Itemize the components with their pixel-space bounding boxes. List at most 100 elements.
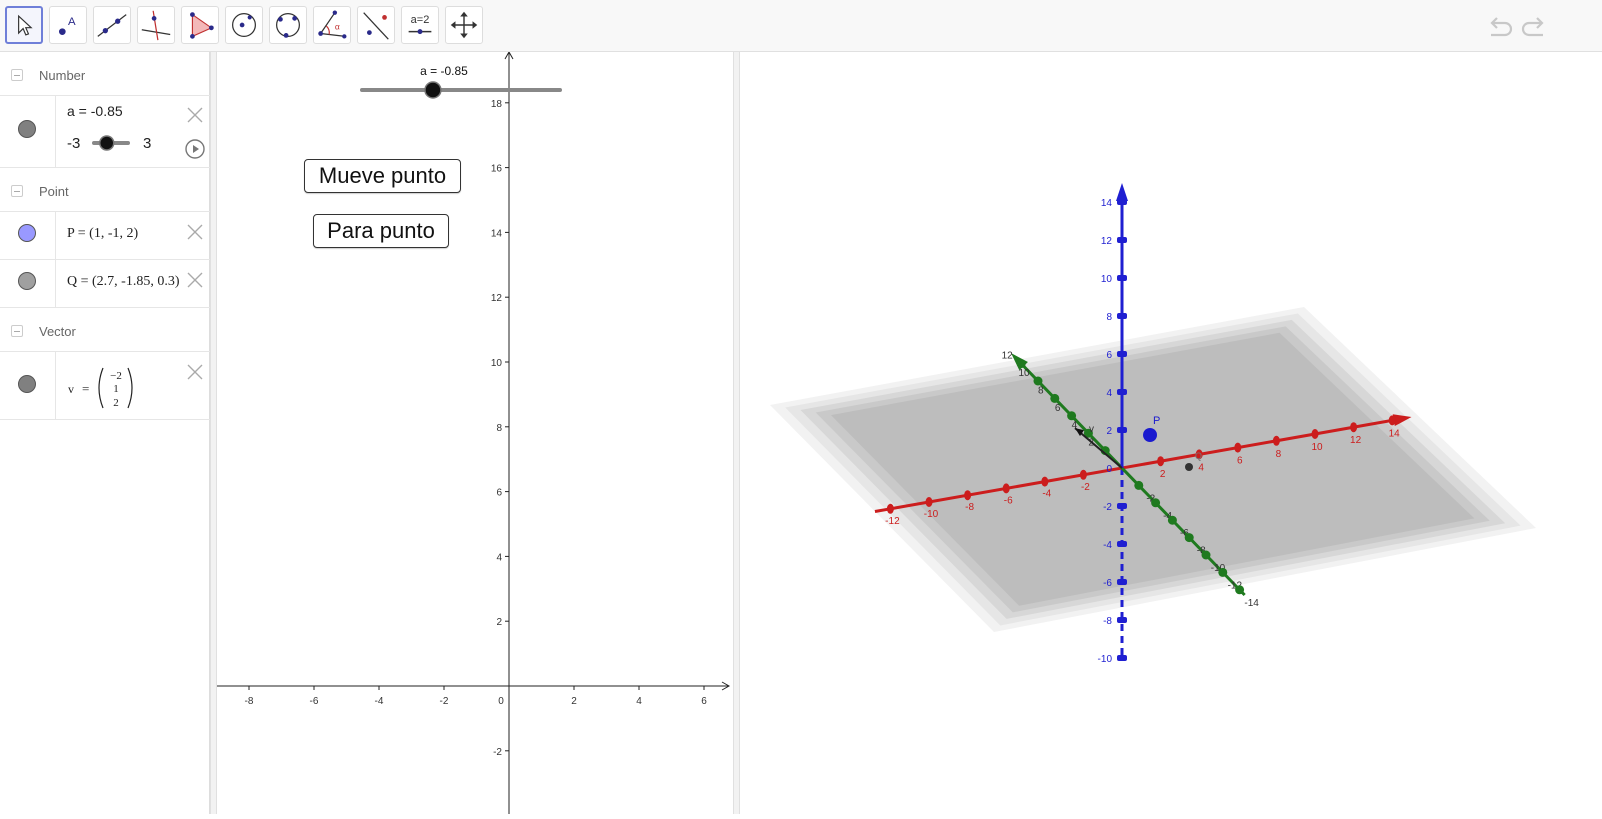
visibility-dot-icon [18, 272, 36, 290]
view-splitter-left[interactable] [210, 52, 217, 814]
delete-icon[interactable] [186, 106, 204, 124]
para-punto-button[interactable]: Para punto [313, 214, 449, 248]
z-tick-label-3d: 12 [1101, 236, 1113, 247]
y-tick-label: 6 [496, 488, 502, 499]
number-expression[interactable]: a = -0.85 [67, 103, 123, 119]
z-tick-label-3d: -2 [1103, 502, 1112, 513]
undo-button[interactable] [1484, 12, 1514, 42]
slider-knob[interactable] [99, 135, 115, 151]
arrow-cursor-icon [18, 14, 33, 36]
point-tool[interactable]: A [49, 6, 87, 44]
point-p[interactable] [1143, 428, 1157, 442]
play-icon[interactable] [184, 138, 206, 160]
z-tick-mark-3d [1117, 313, 1127, 319]
x-tick-mark-3d [1157, 456, 1165, 467]
polygon-icon [190, 12, 214, 39]
delete-icon[interactable] [186, 271, 204, 289]
delete-icon[interactable] [186, 363, 204, 381]
y-tick-mark-3d [1151, 498, 1161, 508]
angle-tool[interactable]: α [313, 6, 351, 44]
polygon-tool[interactable] [181, 6, 219, 44]
x-tick-label: -8 [245, 696, 254, 707]
visibility-toggle[interactable] [0, 260, 56, 307]
perpendicular-line-tool[interactable] [137, 6, 175, 44]
line-tool[interactable] [93, 6, 131, 44]
algebra-item-q[interactable]: Q = (2.7, -1.85, 0.3) [0, 260, 210, 308]
x-tick-mark-3d [1350, 422, 1358, 433]
graphics-3d-canvas[interactable]: -12-10-8-6-4-2246810121412108642-2-4-6-8… [740, 52, 1602, 814]
move-tool[interactable] [5, 6, 43, 44]
section-label: Vector [39, 324, 76, 339]
mueve-punto-button[interactable]: Mueve punto [304, 159, 461, 193]
slider-tool[interactable]: a=2 [401, 6, 439, 44]
z-tick-mark-3d [1117, 389, 1127, 395]
x-tick-label: -6 [310, 696, 319, 707]
vector-v-expression[interactable]: v = −2 1 2 [64, 362, 144, 414]
point-icon: A [59, 16, 76, 35]
slider-icon [408, 29, 432, 35]
graphics-view-2d[interactable]: -8 -6 -4 -2 0 2 4 6 18 16 14 12 10 8 6 4 2 -2 a = -0.85 Mu… [217, 50, 733, 814]
x-tick-label-3d: 8 [1276, 449, 1282, 460]
y-tick-mark-3d [1016, 359, 1026, 369]
section-label: Number [39, 68, 86, 83]
x-tick-label-3d: -4 [1042, 489, 1051, 500]
x-tick-label-3d: -8 [965, 502, 974, 513]
z-tick-mark-3d [1117, 541, 1127, 547]
view-splitter-right[interactable] [733, 52, 740, 814]
move-graphics-view-tool[interactable] [445, 6, 483, 44]
visibility-toggle[interactable] [0, 212, 56, 259]
algebra-item-a[interactable]: a = -0.85 -3 3 [0, 96, 210, 168]
collapse-icon[interactable] [11, 325, 23, 337]
y-tick-label: 4 [496, 552, 502, 563]
x-tick-label-3d: 14 [1389, 428, 1401, 439]
y-tick-mark-3d [1184, 533, 1194, 543]
section-header-number[interactable]: Number [0, 56, 210, 96]
svg-text:A: A [68, 16, 76, 28]
x-tick-mark-3d [1079, 469, 1087, 480]
slider-knob[interactable] [424, 81, 442, 99]
visibility-dot-icon [18, 375, 36, 393]
point-q[interactable] [1185, 463, 1193, 471]
point-p-expression[interactable]: P = (1, -1, 2) [67, 226, 138, 242]
point-q-expression[interactable]: Q = (2.7, -1.85, 0.3) [67, 274, 180, 290]
visibility-toggle[interactable] [0, 352, 56, 419]
x-tick-mark-3d [925, 497, 933, 507]
x-tick-label-3d: -6 [1004, 495, 1013, 506]
x-tick-mark-3d [886, 503, 894, 514]
y-tick-label-3d: 10 [1018, 368, 1030, 379]
slider-min-label: -3 [67, 135, 81, 152]
graphics-2d-canvas[interactable]: -8 -6 -4 -2 0 2 4 6 18 16 14 12 10 8 6 4 2 -2 a = -0.85 [217, 50, 733, 814]
section-header-point[interactable]: Point [0, 168, 210, 212]
svg-text:α: α [335, 22, 340, 32]
z-tick-label-3d: -10 [1098, 654, 1113, 665]
z-tick-label-3d: 14 [1101, 198, 1113, 209]
vector-name: v [68, 382, 74, 396]
redo-icon [1521, 17, 1544, 37]
delete-icon[interactable] [186, 223, 204, 241]
collapse-icon[interactable] [11, 185, 23, 197]
vector-v-label: v [1089, 424, 1094, 435]
y-tick-mark-3d [1201, 550, 1211, 560]
algebra-item-p[interactable]: P = (1, -1, 2) [0, 212, 210, 260]
redo-button[interactable] [1520, 12, 1550, 42]
y-tick-mark-3d [1134, 480, 1144, 490]
x-tick-label-3d: 2 [1160, 469, 1166, 480]
x-tick-mark-3d [1311, 429, 1319, 439]
algebra-item-v[interactable]: v = −2 1 2 [0, 352, 210, 420]
y-tick-label: 12 [491, 293, 503, 304]
z-tick-mark-3d [1117, 237, 1127, 243]
visibility-toggle[interactable] [0, 96, 56, 167]
vector-component-1: −2 [110, 370, 122, 382]
x-tick-mark-3d [1234, 442, 1242, 453]
graphics-view-3d[interactable]: -12-10-8-6-4-2246810121412108642-2-4-6-8… [740, 52, 1602, 814]
y-tick-label-3d: 12 [1002, 351, 1014, 362]
section-header-vector[interactable]: Vector [0, 308, 210, 352]
x-tick-label-3d: -2 [1081, 482, 1090, 493]
circle-three-points-tool[interactable] [269, 6, 307, 44]
collapse-icon[interactable] [11, 69, 23, 81]
x-tick-label: 6 [701, 696, 707, 707]
circle-center-point-tool[interactable] [225, 6, 263, 44]
algebra-slider[interactable] [92, 134, 132, 152]
z-axis-arrow-3d [1116, 183, 1128, 201]
reflect-tool[interactable] [357, 6, 395, 44]
